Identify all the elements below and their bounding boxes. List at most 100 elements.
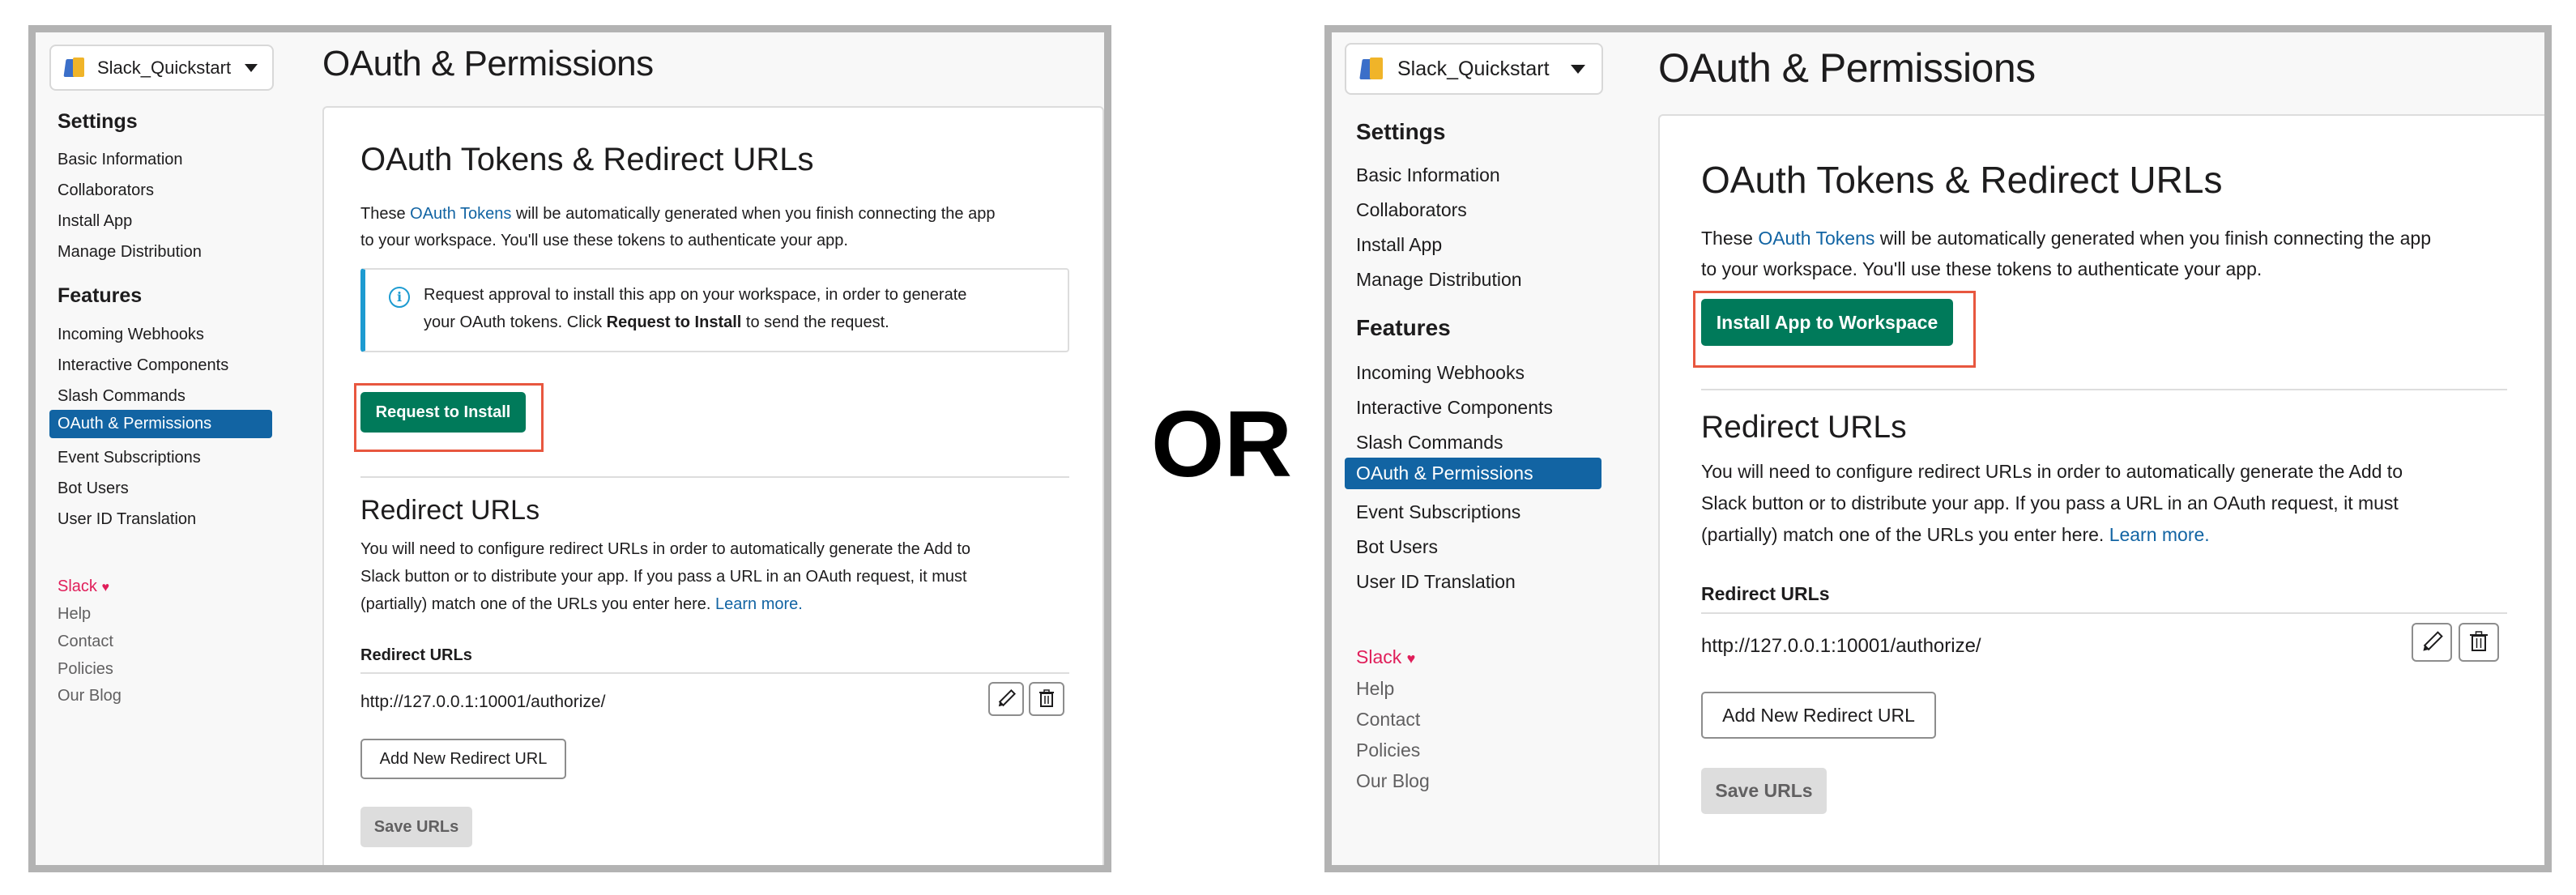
footer-blog-link[interactable]: Our Blog xyxy=(1356,770,1430,792)
sidebar-item-collaborators[interactable]: Collaborators xyxy=(58,181,154,200)
page-title: OAuth & Permissions xyxy=(1658,45,2036,91)
slack-app-logo-icon xyxy=(63,56,87,80)
info-line-2-post: to send the request. xyxy=(741,313,889,331)
oauth-tokens-link[interactable]: OAuth Tokens xyxy=(1758,228,1874,249)
workspace-switcher[interactable]: Slack_Quickstart xyxy=(49,45,274,91)
add-redirect-url-button[interactable]: Add New Redirect URL xyxy=(1701,692,1936,739)
sidebar-item-event-subscriptions[interactable]: Event Subscriptions xyxy=(58,449,201,467)
settings-heading: Settings xyxy=(1356,119,1446,144)
sidebar-item-incoming-webhooks[interactable]: Incoming Webhooks xyxy=(1356,362,1525,384)
sidebar-item-install-app[interactable]: Install App xyxy=(58,212,132,231)
sidebar-item-oauth-permissions[interactable]: OAuth & Permissions xyxy=(49,410,272,438)
learn-more-link[interactable]: Learn more. xyxy=(2109,524,2210,545)
divider xyxy=(1701,389,2507,390)
sidebar-item-manage-distribution[interactable]: Manage Distribution xyxy=(58,243,202,262)
tokens-desc-post-2: to your workspace. You'll use these toke… xyxy=(1701,258,2263,279)
sidebar-item-collaborators[interactable]: Collaborators xyxy=(1356,199,1467,221)
info-line-1: Request approval to install this app on … xyxy=(424,286,967,304)
sidebar-item-user-id-translation[interactable]: User ID Translation xyxy=(1356,571,1516,593)
tokens-desc-pre: These xyxy=(1701,228,1759,249)
heart-icon: ♥ xyxy=(1406,650,1416,667)
pencil-icon xyxy=(2423,631,2443,651)
redirect-heading: Redirect URLs xyxy=(360,495,540,526)
sidebar-item-event-subscriptions[interactable]: Event Subscriptions xyxy=(1356,501,1520,523)
sidebar-item-incoming-webhooks[interactable]: Incoming Webhooks xyxy=(58,326,204,344)
tokens-desc-post-1: will be automatically generated when you… xyxy=(511,205,996,223)
or-separator: OR xyxy=(1151,391,1292,497)
sidebar-item-interactive-components[interactable]: Interactive Components xyxy=(1356,397,1553,419)
sidebar-item-user-id-translation[interactable]: User ID Translation xyxy=(58,510,196,529)
save-urls-button[interactable]: Save URLs xyxy=(360,807,472,847)
oauth-card: OAuth Tokens & Redirect URLs These OAuth… xyxy=(1658,114,2544,865)
add-redirect-url-button[interactable]: Add New Redirect URL xyxy=(360,739,566,779)
features-heading: Features xyxy=(1356,315,1451,340)
tokens-description: These OAuth Tokens will be automatically… xyxy=(1701,223,2431,284)
redirect-desc-2: Slack button or to distribute your app. … xyxy=(360,568,967,586)
sidebar-item-slash-commands[interactable]: Slash Commands xyxy=(58,387,186,406)
redirect-url-value: http://127.0.0.1:10001/authorize/ xyxy=(360,693,606,711)
install-approval-notice: i Request approval to install this app o… xyxy=(360,268,1069,352)
oauth-tokens-link[interactable]: OAuth Tokens xyxy=(410,205,511,223)
slack-app-logo-icon xyxy=(1358,55,1386,83)
tokens-desc-pre: These xyxy=(360,205,411,223)
sidebar-item-oauth-permissions[interactable]: OAuth & Permissions xyxy=(1345,458,1601,489)
oauth-card: OAuth Tokens & Redirect URLs These OAuth… xyxy=(322,106,1104,865)
workspace-name: Slack_Quickstart xyxy=(97,57,232,78)
learn-more-link[interactable]: Learn more. xyxy=(715,595,803,613)
info-line-2-bold: Request to Install xyxy=(606,313,742,331)
sidebar-item-slash-commands[interactable]: Slash Commands xyxy=(1356,432,1503,454)
tokens-heading: OAuth Tokens & Redirect URLs xyxy=(360,142,814,177)
redirect-heading: Redirect URLs xyxy=(1701,410,1907,445)
redirect-desc-3: (partially) match one of the URLs you en… xyxy=(1701,524,2109,545)
footer-help-link[interactable]: Help xyxy=(1356,678,1394,700)
sidebar-item-bot-users[interactable]: Bot Users xyxy=(1356,536,1438,558)
info-icon: i xyxy=(389,287,410,308)
workspace-switcher[interactable]: Slack_Quickstart xyxy=(1345,43,1603,95)
footer-slack-link[interactable]: Slack ♥ xyxy=(58,577,109,596)
edit-url-button[interactable] xyxy=(988,682,1024,716)
install-app-to-workspace-button[interactable]: Install App to Workspace xyxy=(1701,299,1953,346)
footer-slack-label: Slack xyxy=(1356,646,1402,667)
redirect-description: You will need to configure redirect URLs… xyxy=(360,535,970,618)
save-urls-button[interactable]: Save URLs xyxy=(1701,768,1827,814)
footer-policies-link[interactable]: Policies xyxy=(58,660,113,679)
sidebar-item-install-app[interactable]: Install App xyxy=(1356,234,1442,256)
footer-contact-link[interactable]: Contact xyxy=(1356,709,1420,731)
edit-url-button[interactable] xyxy=(2412,623,2452,662)
redirect-urls-label: Redirect URLs xyxy=(360,646,472,664)
footer-help-link[interactable]: Help xyxy=(58,605,91,624)
tokens-desc-post-1: will be automatically generated when you… xyxy=(1874,228,2431,249)
delete-url-button[interactable] xyxy=(2459,623,2499,662)
sidebar-item-basic-information[interactable]: Basic Information xyxy=(58,151,183,169)
redirect-urls-label: Redirect URLs xyxy=(1701,583,1830,604)
tokens-description: These OAuth Tokens will be automatically… xyxy=(360,201,995,254)
tokens-desc-post-2: to your workspace. You'll use these toke… xyxy=(360,232,848,249)
screenshot-panel-request-install: Slack_Quickstart Settings Basic Informat… xyxy=(28,25,1111,872)
footer-blog-link[interactable]: Our Blog xyxy=(58,687,122,705)
settings-heading: Settings xyxy=(58,110,138,133)
trash-icon xyxy=(2470,631,2488,651)
footer-contact-link[interactable]: Contact xyxy=(58,633,113,651)
chevron-down-icon[interactable] xyxy=(1571,64,1585,74)
pencil-icon xyxy=(998,688,1017,707)
sidebar-item-manage-distribution[interactable]: Manage Distribution xyxy=(1356,269,1522,291)
sidebar-item-bot-users[interactable]: Bot Users xyxy=(58,479,129,498)
footer-policies-link[interactable]: Policies xyxy=(1356,739,1420,761)
screenshot-panel-install-workspace: Slack_Quickstart Settings Basic Informat… xyxy=(1324,25,2552,872)
info-line-2-pre: your OAuth tokens. Click xyxy=(424,313,607,331)
delete-url-button[interactable] xyxy=(1029,682,1064,716)
trash-icon xyxy=(1039,689,1054,707)
divider xyxy=(1701,612,2507,614)
chevron-down-icon[interactable] xyxy=(245,63,258,72)
divider xyxy=(360,672,1069,674)
sidebar-item-interactive-components[interactable]: Interactive Components xyxy=(58,356,228,375)
workspace-name: Slack_Quickstart xyxy=(1397,57,1550,80)
page-title: OAuth & Permissions xyxy=(322,44,654,83)
sidebar-item-basic-information[interactable]: Basic Information xyxy=(1356,164,1500,186)
heart-icon: ♥ xyxy=(101,581,109,595)
redirect-description: You will need to configure redirect URLs… xyxy=(1701,456,2403,551)
redirect-desc-1: You will need to configure redirect URLs… xyxy=(1701,461,2403,482)
request-to-install-button[interactable]: Request to Install xyxy=(360,392,526,433)
footer-slack-link[interactable]: Slack ♥ xyxy=(1356,646,1415,668)
divider xyxy=(360,476,1069,478)
